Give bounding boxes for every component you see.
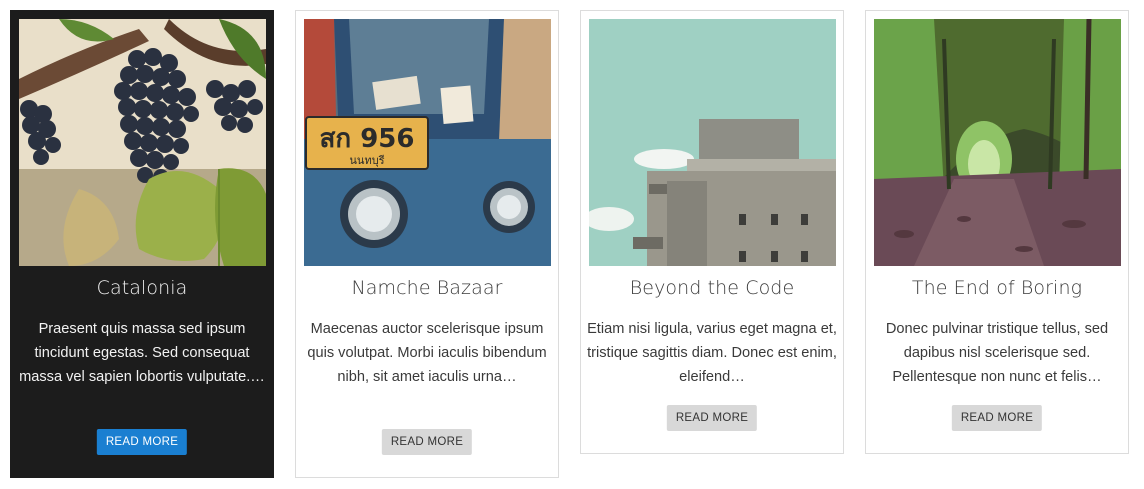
post-excerpt: Praesent quis massa sed ipsum tincidunt … (19, 321, 265, 385)
post-thumbnail-tuk-tuk[interactable]: สก 956 นนทบุรี (304, 19, 551, 266)
tuk-tuk-image: สก 956 นนทบุรี (304, 19, 551, 266)
post-thumbnail-bunker[interactable] (589, 19, 836, 266)
post-card-namche-bazaar: สก 956 นนทบุรี Namche Bazaar Maecenas au… (295, 10, 559, 478)
post-card-beyond-the-code: Beyond the Code Etiam nisi ligula, variu… (580, 10, 844, 454)
post-card-the-end-of-boring: The End of Boring Donec pulvinar tristiq… (865, 10, 1129, 454)
post-thumbnail-grapes[interactable] (19, 19, 266, 266)
post-thumbnail-tree-tunnel[interactable] (874, 19, 1121, 266)
grapes-image (19, 19, 266, 266)
read-more-button[interactable]: READ MORE (381, 429, 473, 455)
post-grid: Catalonia Praesent quis massa sed ipsum … (0, 0, 1144, 489)
post-excerpt: Maecenas auctor scelerisque ipsum quis v… (307, 321, 547, 385)
bunker-image (589, 19, 836, 266)
post-card-catalonia: Catalonia Praesent quis massa sed ipsum … (10, 10, 274, 478)
post-title[interactable]: Namche Bazaar (296, 277, 558, 299)
read-more-button[interactable]: READ MORE (666, 405, 758, 431)
license-plate-text: สก 956 (320, 124, 415, 154)
read-more-button[interactable]: READ MORE (96, 429, 188, 455)
post-title[interactable]: The End of Boring (866, 277, 1128, 299)
post-excerpt: Etiam nisi ligula, varius eget magna et,… (587, 321, 837, 385)
read-more-button[interactable]: READ MORE (951, 405, 1043, 431)
post-title[interactable]: Catalonia (11, 277, 273, 299)
tree-tunnel-image (874, 19, 1121, 266)
post-excerpt: Donec pulvinar tristique tellus, sed dap… (885, 321, 1109, 385)
post-title[interactable]: Beyond the Code (581, 277, 843, 299)
license-plate-province: นนทบุรี (349, 154, 384, 167)
